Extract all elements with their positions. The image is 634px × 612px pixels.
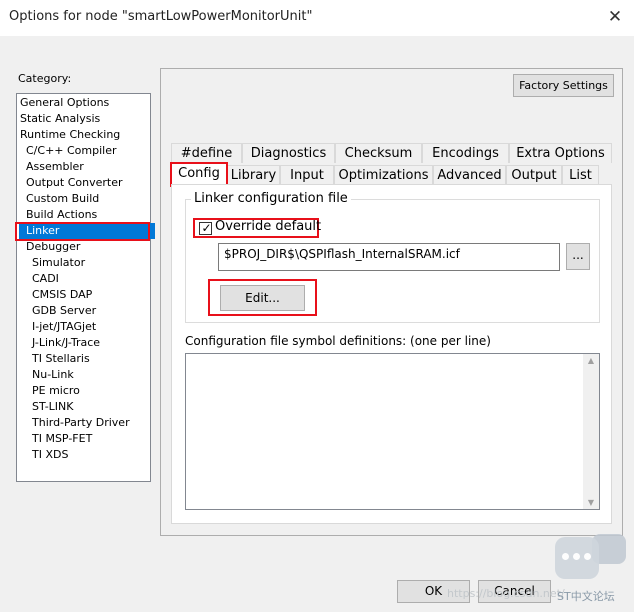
category-item-custom-build[interactable]: Custom Build bbox=[19, 191, 155, 207]
checkmark-icon: ✓ bbox=[201, 221, 212, 235]
symbol-definitions-scrollbar[interactable]: ▲ ▼ bbox=[583, 354, 599, 509]
category-item-ijet[interactable]: I-jet/JTAGjet bbox=[19, 319, 161, 335]
factory-settings-button[interactable]: Factory Settings bbox=[513, 74, 614, 97]
browse-button[interactable]: ... bbox=[566, 243, 590, 270]
tab-output[interactable]: Output bbox=[506, 165, 562, 185]
category-item-nu-link[interactable]: Nu-Link bbox=[19, 367, 161, 383]
edit-button[interactable]: Edit... bbox=[220, 285, 305, 311]
category-item-static-analysis[interactable]: Static Analysis bbox=[19, 111, 149, 127]
config-file-path-input[interactable]: $PROJ_DIR$\QSPIflash_InternalSRAM.icf bbox=[218, 243, 560, 271]
category-list[interactable]: General Options Static Analysis Runtime … bbox=[16, 93, 155, 482]
category-item-runtime-checking[interactable]: Runtime Checking bbox=[19, 127, 149, 143]
category-item-general-options[interactable]: General Options bbox=[19, 95, 149, 111]
watermark-url: https://blog.csdn.net/ bbox=[447, 587, 565, 600]
tab-checksum[interactable]: Checksum bbox=[335, 143, 422, 163]
scroll-up-icon[interactable]: ▲ bbox=[583, 356, 599, 365]
override-default-label[interactable]: Override default bbox=[215, 219, 321, 234]
linker-highlight-box bbox=[15, 222, 150, 241]
linker-config-group-label: Linker configuration file bbox=[191, 191, 351, 206]
category-item-assembler[interactable]: Assembler bbox=[19, 159, 155, 175]
symbol-definitions-textarea[interactable] bbox=[185, 353, 600, 510]
category-item-output-converter[interactable]: Output Converter bbox=[19, 175, 155, 191]
category-item-cmsis-dap[interactable]: CMSIS DAP bbox=[19, 287, 161, 303]
tab-list[interactable]: List bbox=[562, 165, 599, 185]
tab-define[interactable]: #define bbox=[171, 143, 242, 163]
category-item-cpp-compiler[interactable]: C/C++ Compiler bbox=[19, 143, 155, 159]
tab-input[interactable]: Input bbox=[280, 165, 334, 185]
close-icon[interactable]: ✕ bbox=[604, 6, 626, 28]
category-item-jlink[interactable]: J-Link/J-Trace bbox=[19, 335, 161, 351]
category-item-ti-xds[interactable]: TI XDS bbox=[19, 447, 161, 463]
tab-extra-options[interactable]: Extra Options bbox=[509, 143, 612, 163]
category-item-cadi[interactable]: CADI bbox=[19, 271, 161, 287]
category-item-third-party-driver[interactable]: Third-Party Driver bbox=[19, 415, 161, 431]
tab-advanced[interactable]: Advanced bbox=[433, 165, 506, 185]
category-item-pe-micro[interactable]: PE micro bbox=[19, 383, 161, 399]
tab-library[interactable]: Library bbox=[227, 165, 280, 185]
category-item-ti-msp-fet[interactable]: TI MSP-FET bbox=[19, 431, 161, 447]
watermark-chat-icon bbox=[555, 537, 599, 579]
category-item-debugger[interactable]: Debugger bbox=[19, 239, 155, 255]
tab-optimizations[interactable]: Optimizations bbox=[334, 165, 433, 185]
override-default-checkbox[interactable]: ✓ bbox=[199, 221, 212, 235]
symbol-definitions-label: Configuration file symbol definitions: (… bbox=[185, 334, 491, 348]
tab-encodings[interactable]: Encodings bbox=[422, 143, 509, 163]
watermark-text: ST中文论坛 bbox=[557, 590, 615, 603]
category-item-build-actions[interactable]: Build Actions bbox=[19, 207, 155, 223]
scroll-down-icon[interactable]: ▼ bbox=[583, 498, 599, 507]
category-item-st-link[interactable]: ST-LINK bbox=[19, 399, 161, 415]
window-title: Options for node "smartLowPowerMonitorUn… bbox=[9, 9, 313, 24]
category-item-ti-stellaris[interactable]: TI Stellaris bbox=[19, 351, 161, 367]
category-item-simulator[interactable]: Simulator bbox=[19, 255, 161, 271]
category-label: Category: bbox=[18, 72, 72, 85]
tab-diagnostics[interactable]: Diagnostics bbox=[242, 143, 335, 163]
category-item-gdb-server[interactable]: GDB Server bbox=[19, 303, 161, 319]
